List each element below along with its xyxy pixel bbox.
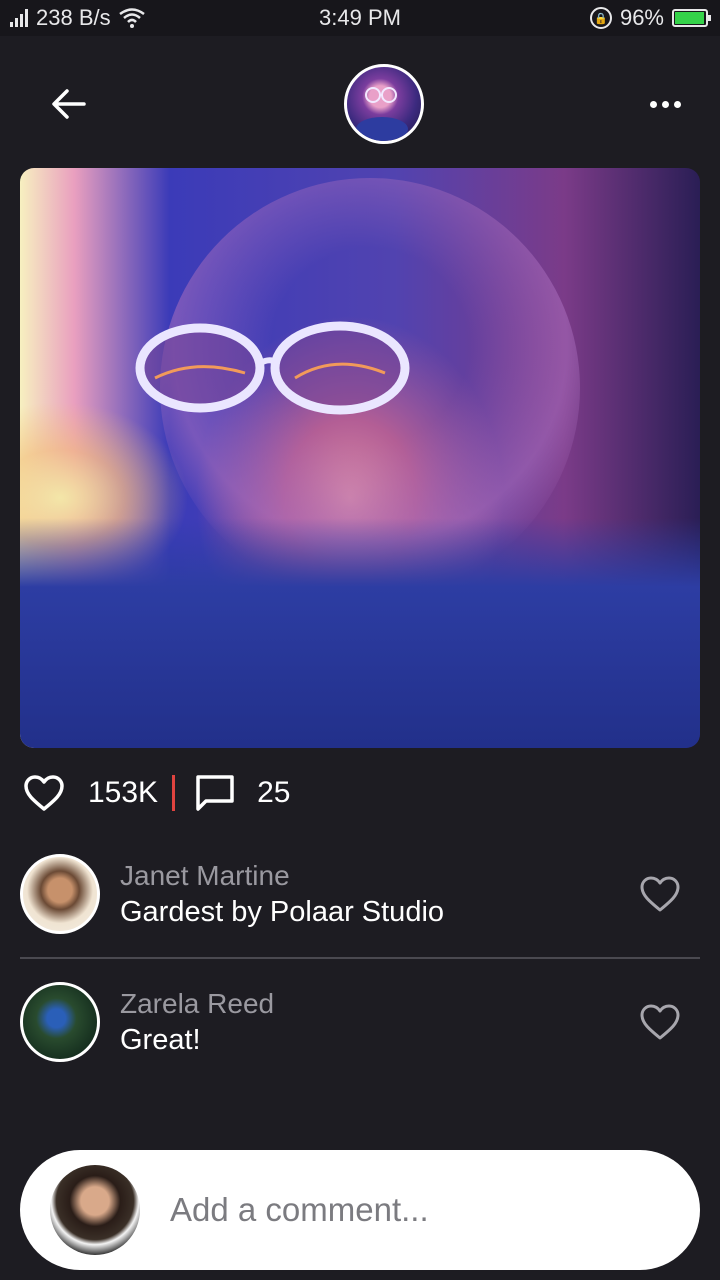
comment-icon bbox=[196, 775, 234, 811]
photo-jacket-shape bbox=[20, 518, 700, 748]
more-horizontal-icon bbox=[649, 100, 657, 108]
back-button[interactable] bbox=[44, 82, 94, 126]
comment-like-button[interactable] bbox=[630, 992, 690, 1052]
current-user-avatar bbox=[50, 1165, 140, 1255]
commenter-avatar[interactable] bbox=[20, 982, 100, 1062]
comment-divider bbox=[20, 957, 700, 959]
signal-icon bbox=[10, 9, 28, 27]
author-avatar-image bbox=[356, 87, 408, 141]
comment-item: Janet Martine Gardest by Polaar Studio bbox=[20, 854, 700, 934]
author-avatar[interactable] bbox=[344, 64, 424, 144]
more-dot bbox=[661, 100, 669, 108]
heart-icon bbox=[24, 775, 64, 811]
commenter-name[interactable]: Zarela Reed bbox=[120, 988, 630, 1020]
status-left: 238 B/s bbox=[10, 5, 145, 31]
comment-button[interactable] bbox=[191, 769, 239, 817]
arrow-left-icon bbox=[52, 89, 86, 119]
photo-sunglasses-shape bbox=[135, 321, 410, 415]
battery-percent: 96% bbox=[619, 5, 664, 30]
commenter-name[interactable]: Janet Martine bbox=[120, 860, 630, 892]
status-bar: 238 B/s 3:49 PM 🔒 96% bbox=[0, 0, 720, 36]
comment-body: Zarela Reed Great! bbox=[120, 988, 630, 1057]
post-image[interactable] bbox=[20, 168, 700, 748]
like-button[interactable] bbox=[20, 769, 68, 817]
battery-level bbox=[675, 12, 704, 24]
heart-icon bbox=[640, 1004, 680, 1040]
post-reactions: 153K 25 bbox=[20, 765, 290, 821]
network-speed: 238 B/s bbox=[36, 5, 111, 30]
comment-text: Great! bbox=[120, 1023, 201, 1056]
more-options-button[interactable] bbox=[630, 82, 700, 126]
commenter-avatar[interactable] bbox=[20, 854, 100, 934]
comment-item: Zarela Reed Great! bbox=[20, 982, 700, 1062]
rotation-lock-icon: 🔒 bbox=[589, 7, 612, 29]
more-dot bbox=[673, 100, 681, 108]
reaction-divider bbox=[172, 775, 176, 811]
wifi-icon bbox=[118, 8, 145, 28]
comment-like-button[interactable] bbox=[630, 864, 690, 924]
status-right: 🔒 96% bbox=[589, 5, 711, 31]
comments-count: 25 bbox=[257, 776, 291, 809]
likes-count: 153K bbox=[88, 776, 159, 809]
heart-icon bbox=[640, 876, 680, 912]
post-header bbox=[0, 60, 720, 150]
comment-text: Gardest by Polaar Studio bbox=[120, 895, 445, 928]
comment-composer bbox=[20, 1150, 700, 1270]
battery-icon bbox=[672, 9, 711, 27]
comment-body: Janet Martine Gardest by Polaar Studio bbox=[120, 860, 630, 929]
comment-input[interactable] bbox=[170, 1191, 650, 1229]
